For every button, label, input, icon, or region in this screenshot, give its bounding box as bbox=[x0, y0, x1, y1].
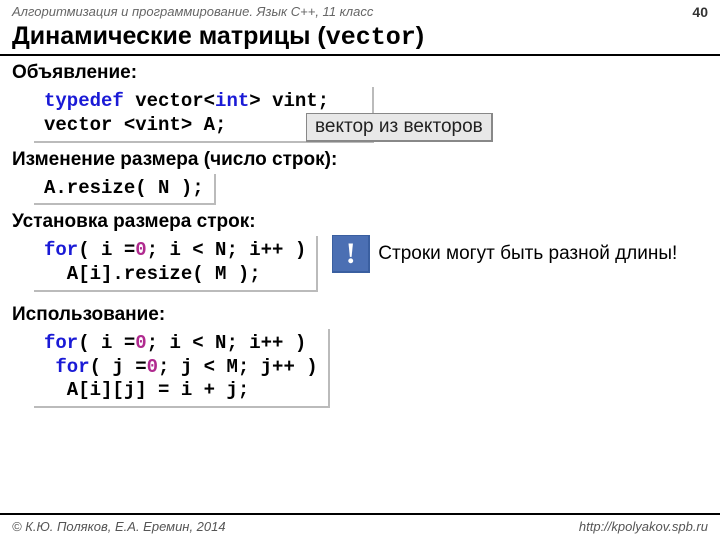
title-pre: Динамические матрицы ( bbox=[12, 22, 326, 50]
section-label: Объявление: bbox=[12, 62, 708, 84]
code-text: ( j = bbox=[90, 356, 147, 378]
code-text: A.resize( N ); bbox=[44, 177, 204, 199]
code-text: ; j < M; j++ ) bbox=[158, 356, 318, 378]
codebox-wrap: A.resize( N ); bbox=[34, 174, 708, 206]
section-label: Изменение размера (число строк): bbox=[12, 149, 708, 171]
section-rows: Установка размера строк: for( i =0; i < … bbox=[12, 211, 708, 298]
kw: typedef bbox=[44, 90, 124, 112]
divider bbox=[0, 54, 720, 56]
warning-text: Строки могут быть разной длины! bbox=[378, 243, 677, 265]
num: 0 bbox=[147, 356, 158, 378]
codebox: A.resize( N ); bbox=[34, 174, 216, 206]
codebox-wrap: for( i =0; i < N; i++ ) for( j =0; j < M… bbox=[34, 329, 708, 408]
code-text: ( i = bbox=[78, 332, 135, 354]
page-number: 40 bbox=[692, 4, 708, 20]
kw: int bbox=[215, 90, 249, 112]
section-declaration: Объявление: typedef vector<int> vint; ve… bbox=[12, 62, 708, 143]
slide-header: Алгоритмизация и программирование. Язык … bbox=[0, 0, 720, 20]
code-text: ; i < N; i++ ) bbox=[147, 239, 307, 261]
codebox: for( i =0; i < N; i++ ) for( j =0; j < M… bbox=[34, 329, 330, 408]
code-text: vector< bbox=[124, 90, 215, 112]
footer-url: http://kpolyakov.spb.ru bbox=[579, 519, 708, 534]
row-flex: for( i =0; i < N; i++ ) A[i].resize( M )… bbox=[12, 233, 708, 298]
slide-footer: © К.Ю. Поляков, Е.А. Еремин, 2014 http:/… bbox=[0, 513, 720, 540]
warning: ! Строки могут быть разной длины! bbox=[332, 235, 677, 273]
code-text: A[i][j] = i + j; bbox=[44, 379, 249, 401]
copyright: © К.Ю. Поляков, Е.А. Еремин, 2014 bbox=[12, 519, 226, 534]
code-text: vector <vint> A; bbox=[44, 114, 226, 136]
title-mono: vector bbox=[326, 23, 416, 52]
num: 0 bbox=[135, 239, 146, 261]
code-text: ; i < N; i++ ) bbox=[147, 332, 307, 354]
content: Объявление: typedef vector<int> vint; ve… bbox=[0, 62, 720, 408]
code-text: > vint; bbox=[249, 90, 329, 112]
codebox-wrap: typedef vector<int> vint; vector <vint> … bbox=[34, 87, 708, 143]
code-text: A[i].resize( M ); bbox=[44, 263, 261, 285]
codebox: for( i =0; i < N; i++ ) A[i].resize( M )… bbox=[34, 236, 318, 292]
section-use: Использование: for( i =0; i < N; i++ ) f… bbox=[12, 304, 708, 408]
code-text: ( i = bbox=[78, 239, 135, 261]
num: 0 bbox=[135, 332, 146, 354]
kw: for bbox=[44, 356, 90, 378]
codebox-wrap: for( i =0; i < N; i++ ) A[i].resize( M )… bbox=[34, 236, 318, 292]
section-label: Установка размера строк: bbox=[12, 211, 708, 233]
warning-icon: ! bbox=[332, 235, 370, 273]
page-title: Динамические матрицы (vector) bbox=[0, 20, 720, 52]
section-resize: Изменение размера (число строк): A.resiz… bbox=[12, 149, 708, 206]
kw: for bbox=[44, 332, 78, 354]
annotation: вектор из векторов bbox=[306, 113, 493, 142]
title-post: ) bbox=[416, 22, 424, 50]
kw: for bbox=[44, 239, 78, 261]
section-label: Использование: bbox=[12, 304, 708, 326]
course-label: Алгоритмизация и программирование. Язык … bbox=[12, 4, 373, 20]
